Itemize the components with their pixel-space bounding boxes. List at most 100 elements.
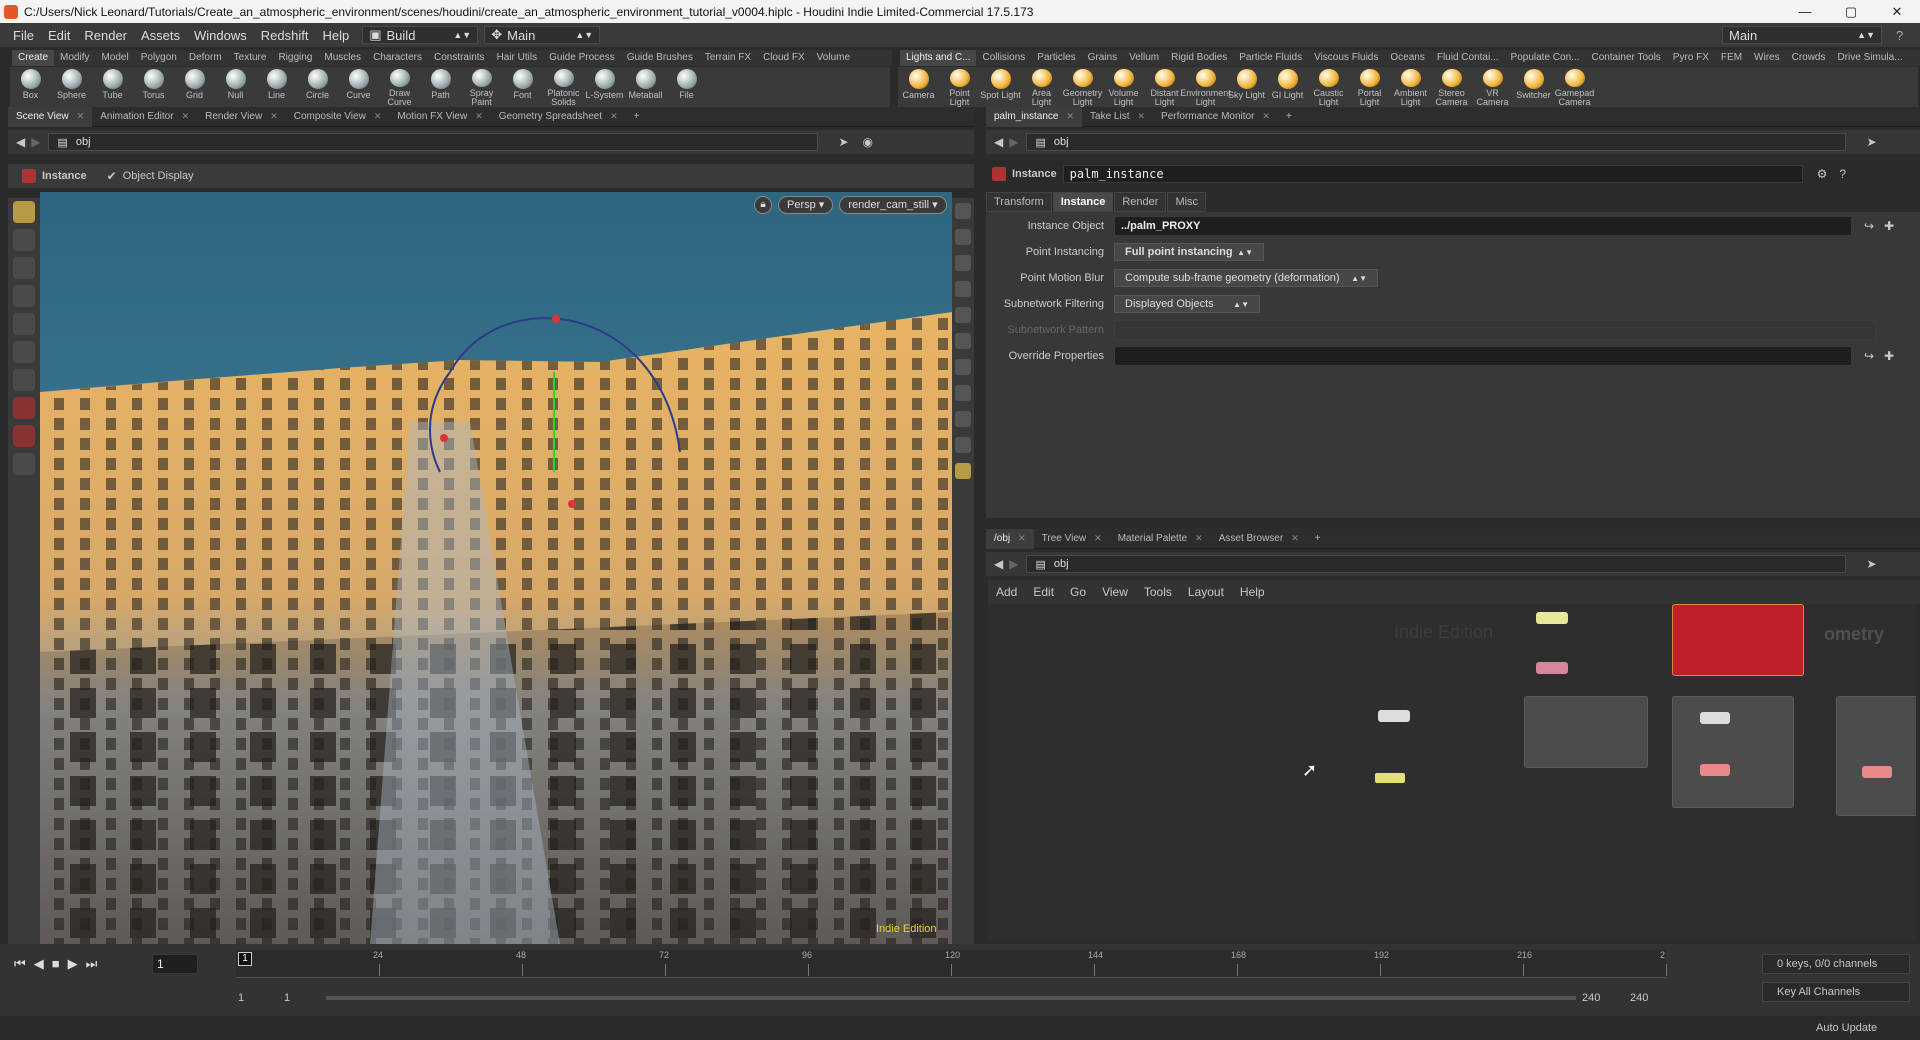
tool-platonic-solids[interactable]: Platonic Solids [543,67,584,107]
tool-gamepad-camera[interactable]: Gamepad Camera [1554,67,1595,107]
tool-spray-paint[interactable]: Spray Paint [461,67,502,107]
grid-icon[interactable] [955,463,971,479]
wireframe-icon[interactable] [955,333,971,349]
menu-assets[interactable]: Assets [134,28,187,43]
grid-snap-icon[interactable] [13,453,35,475]
shelf-tab-particle-fluids[interactable]: Particle Fluids [1233,50,1308,66]
shelf-tab-vellum[interactable]: Vellum [1123,50,1165,66]
menu-file[interactable]: File [6,28,41,43]
tab-take-list[interactable]: Take List ✕ [1082,107,1153,127]
close-icon[interactable]: ✕ [77,111,85,122]
close-icon[interactable]: ✕ [1018,533,1026,544]
pin-icon[interactable]: ➤ [1866,557,1876,571]
tool-portal-light[interactable]: Portal Light [1349,67,1390,107]
tab-tree-view[interactable]: Tree View ✕ [1034,529,1110,549]
tab-instance[interactable]: Instance [1052,192,1114,212]
handle-tool-icon[interactable] [13,313,35,335]
tool-metaball[interactable]: Metaball [625,67,666,107]
network-box[interactable] [1836,696,1916,816]
node-chooser-icon[interactable]: ✚ [1884,219,1894,233]
tool-draw-curve[interactable]: Draw Curve [379,67,420,107]
tool-file[interactable]: File [666,67,707,107]
tool-spot-light[interactable]: Spot Light [980,67,1021,107]
left-path-field[interactable]: ▤ obj [48,133,819,151]
shelf-tab-create[interactable]: Create [12,50,55,66]
node[interactable] [1536,662,1568,674]
help-icon[interactable]: ? [1839,167,1846,181]
build-desktop-select[interactable]: ▣ Build ▲▼ [362,26,479,44]
network-editor[interactable]: Indie Edition ometry ➚ [988,604,1916,940]
shelf-tab-populate-con[interactable]: Populate Con... [1505,50,1586,66]
node[interactable] [1700,712,1730,724]
display-options-icon[interactable] [955,203,971,219]
frame-marker[interactable]: 1 [238,952,252,966]
tool-grid[interactable]: Grid [174,67,215,107]
shelf-tab-texture[interactable]: Texture [228,50,273,66]
tool-path[interactable]: Path [420,67,461,107]
shelf-tab-wires[interactable]: Wires [1748,50,1786,66]
forward-icon[interactable]: ▶ [31,135,40,149]
shelf-tab-drive-simula[interactable]: Drive Simula... [1832,50,1909,66]
tool-point-light[interactable]: Point Light [939,67,980,107]
tool-distant-light[interactable]: Distant Light [1144,67,1185,107]
back-icon[interactable]: ◀ [16,135,25,149]
close-icon[interactable]: ✕ [1291,533,1299,544]
close-icon[interactable]: ✕ [1138,111,1146,122]
close-icon[interactable]: ✕ [1094,533,1102,544]
shelf-tab-guide-process[interactable]: Guide Process [543,50,621,66]
jump-start-icon[interactable]: ⏮ [14,956,26,972]
tab-render[interactable]: Render [1114,192,1167,212]
close-icon[interactable]: ✕ [610,111,618,122]
node-chooser-icon[interactable]: ✚ [1884,349,1894,363]
view-tool-icon[interactable] [13,369,35,391]
tool-area-light[interactable]: Area Light [1021,67,1062,107]
net-menu-go[interactable]: Go [1062,585,1094,599]
shelf-tab-oceans[interactable]: Oceans [1384,50,1430,66]
shelf-tab-guide-brushes[interactable]: Guide Brushes [621,50,699,66]
main-desktop-select[interactable]: ✥ Main ▲▼ [484,26,601,44]
tab-obj[interactable]: /obj ✕ [986,528,1034,549]
node[interactable] [1862,766,1892,778]
node[interactable] [1378,710,1410,722]
tool-sky-light[interactable]: Sky Light [1226,67,1267,107]
motion-blur-select[interactable]: Compute sub-frame geometry (deformation)… [1114,269,1378,287]
net-menu-help[interactable]: Help [1232,585,1273,599]
node-name-field[interactable]: palm_instance [1062,165,1803,183]
pin-icon[interactable]: ➤ [838,135,848,149]
tool-ambient-light[interactable]: Ambient Light [1390,67,1431,107]
shelf-tab-model[interactable]: Model [95,50,134,66]
range-start[interactable]: 1 [238,992,244,1004]
tab-geometry-spreadsheet[interactable]: Geometry Spreadsheet ✕ [491,107,626,127]
jump-icon[interactable]: ↪ [1864,219,1874,233]
snap-icon[interactable] [13,425,35,447]
network-box[interactable] [1672,696,1794,808]
lock-icon[interactable] [955,229,971,245]
menu-redshift[interactable]: Redshift [254,28,316,43]
close-button[interactable]: ✕ [1874,0,1920,23]
tool-l-system[interactable]: L-System [584,67,625,107]
shelf-tab-fem[interactable]: FEM [1715,50,1748,66]
range-end2[interactable]: 240 [1630,992,1648,1004]
jump-end-icon[interactable]: ⏭ [86,956,98,972]
net-menu-layout[interactable]: Layout [1180,585,1232,599]
close-icon[interactable]: ✕ [182,111,190,122]
shelf-tab-particles[interactable]: Particles [1031,50,1081,66]
tool-gi-light[interactable]: GI Light [1267,67,1308,107]
menu-windows[interactable]: Windows [187,28,254,43]
param-path-field[interactable]: ▤ obj [1026,133,1847,151]
pose-tool-icon[interactable] [13,341,35,363]
network-path-field[interactable]: ▤ obj [1026,555,1847,573]
tab-composite-view[interactable]: Composite View ✕ [286,107,390,127]
shelf-tab-lights-and-c[interactable]: Lights and C... [900,50,977,66]
tool-switcher[interactable]: Switcher [1513,67,1554,107]
shelf-tab-deform[interactable]: Deform [183,50,228,66]
checkmark-icon[interactable]: ✔ [107,169,117,183]
rotate-tool-icon[interactable] [13,257,35,279]
camera-menu[interactable]: render_cam_still ▾ [839,196,947,214]
step-back-icon[interactable]: ◀ [34,956,44,972]
normals-icon[interactable] [955,385,971,401]
node[interactable] [1374,772,1406,784]
tool-tube[interactable]: Tube [92,67,133,107]
scale-tool-icon[interactable] [13,285,35,307]
menu-edit[interactable]: Edit [41,28,77,43]
